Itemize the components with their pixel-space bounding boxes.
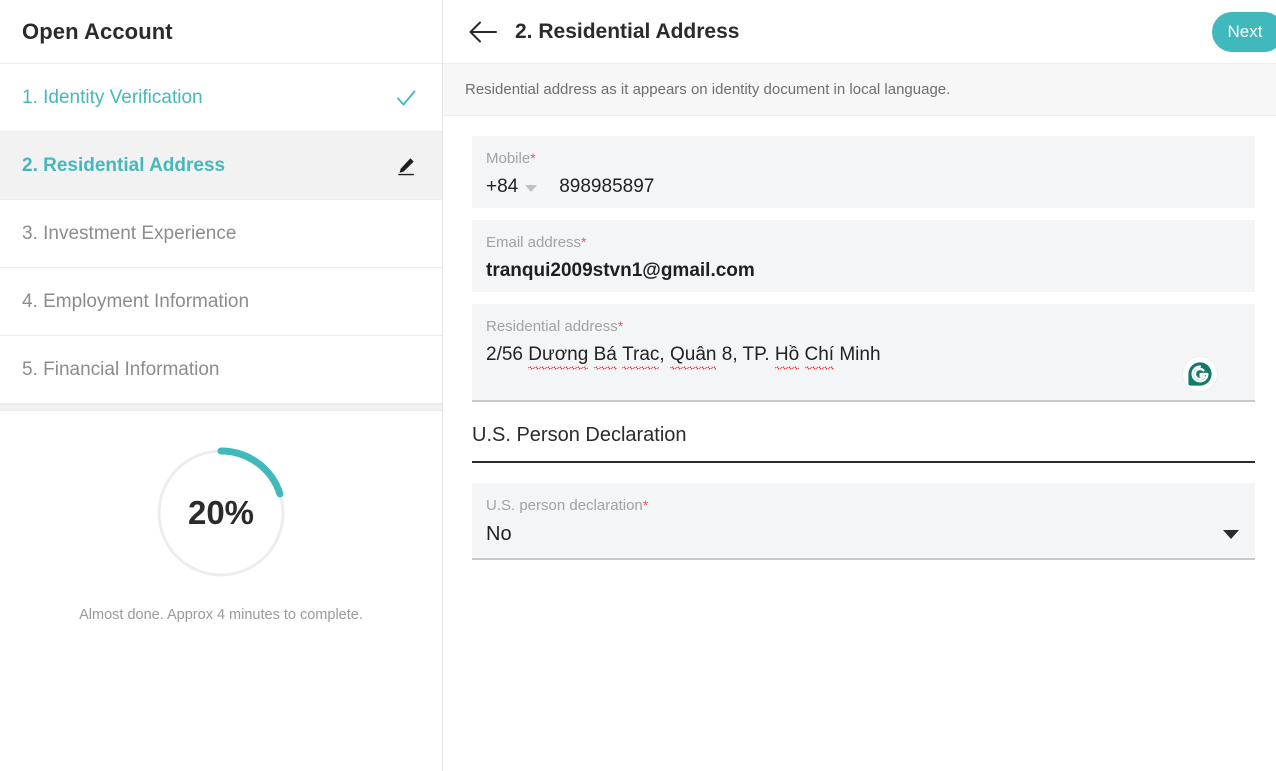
main-panel: 2. Residential Address Next Residential … [443,0,1276,771]
section-title: U.S. Person Declaration [472,424,687,446]
email-label: Email address* [486,234,1239,251]
sidebar-item-label: 5. Financial Information [22,358,220,380]
residential-address-label: Residential address* [486,318,1239,335]
chevron-down-icon[interactable] [525,185,538,192]
step-icon-placeholder [392,288,420,316]
next-button[interactable]: Next [1212,12,1276,52]
sidebar-item-investment-experience[interactable]: 3. Investment Experience [0,200,442,268]
residential-address-field[interactable]: Residential address* 2/56 Dương Bá Trac,… [472,304,1255,402]
main-header: 2. Residential Address Next [443,0,1276,64]
step-list-divider [0,404,442,411]
open-account-page: Open Account 1. Identity Verification 2.… [0,0,1276,771]
sidebar: Open Account 1. Identity Verification 2.… [0,0,443,771]
progress-ring: 20% [155,447,287,579]
residential-address-input[interactable]: 2/56 Dương Bá Trac, Quân 8, TP. Hồ Chí M… [486,344,881,370]
us-person-declaration-select[interactable]: No [486,523,1239,546]
email-label-text: Email address [486,234,582,251]
sidebar-item-financial-information[interactable]: 5. Financial Information [0,336,442,404]
residential-address-label-text: Residential address [486,318,618,335]
pencil-icon[interactable] [392,152,420,180]
mobile-value-row: +84 898985897 [486,176,1239,198]
step-title: 2. Residential Address [515,19,740,43]
mobile-field[interactable]: Mobile* +84 898985897 [472,136,1255,208]
step-icon-placeholder [392,356,420,384]
required-marker: * [617,318,624,334]
step-icon-placeholder [392,220,420,248]
sidebar-item-label: 1. Identity Verification [22,86,203,108]
email-field[interactable]: Email address* tranqui2009stvn1@gmail.co… [472,220,1255,292]
sidebar-header: Open Account [0,0,442,64]
mobile-label: Mobile* [486,150,1239,167]
mobile-label-text: Mobile [486,150,531,167]
us-person-declaration-field[interactable]: U.S. person declaration* No [472,483,1255,560]
check-icon [392,84,420,112]
mobile-number-input[interactable]: 898985897 [559,176,654,198]
subtitle-bar: Residential address as it appears on ide… [443,64,1276,116]
us-person-section-header: U.S. Person Declaration [472,424,1255,463]
sidebar-item-residential-address[interactable]: 2. Residential Address [0,132,442,200]
form-area: Mobile* +84 898985897 Email address* tra… [443,116,1276,560]
arrow-left-icon[interactable] [465,14,501,50]
email-value-row: tranqui2009stvn1@gmail.com [486,260,1239,282]
country-code-value[interactable]: +84 [486,176,518,198]
progress-note: Almost done. Approx 4 minutes to complet… [79,607,363,623]
sidebar-item-label: 4. Employment Information [22,290,250,312]
sidebar-item-identity-verification[interactable]: 1. Identity Verification [0,64,442,132]
required-marker: * [581,234,587,250]
grammarly-icon[interactable] [1183,357,1217,391]
us-person-declaration-value: No [486,523,512,545]
page-title: Open Account [22,18,173,44]
chevron-down-icon[interactable] [1223,530,1239,539]
sidebar-item-employment-information[interactable]: 4. Employment Information [0,268,442,336]
required-marker: * [530,150,536,166]
sidebar-item-label: 2. Residential Address [22,154,226,176]
residential-address-value-row: 2/56 Dương Bá Trac, Quân 8, TP. Hồ Chí M… [486,344,1239,370]
us-person-declaration-label: U.S. person declaration* [486,497,1239,514]
step-list: 1. Identity Verification 2. Residential … [0,64,442,411]
progress-percent: 20% [187,494,255,531]
email-input[interactable]: tranqui2009stvn1@gmail.com [486,260,755,282]
subtitle-text: Residential address as it appears on ide… [465,81,951,98]
us-person-declaration-label-text: U.S. person declaration [486,497,643,514]
progress-section: 20% Almost done. Approx 4 minutes to com… [0,447,442,623]
sidebar-item-label: 3. Investment Experience [22,222,237,244]
required-marker: * [642,497,649,513]
